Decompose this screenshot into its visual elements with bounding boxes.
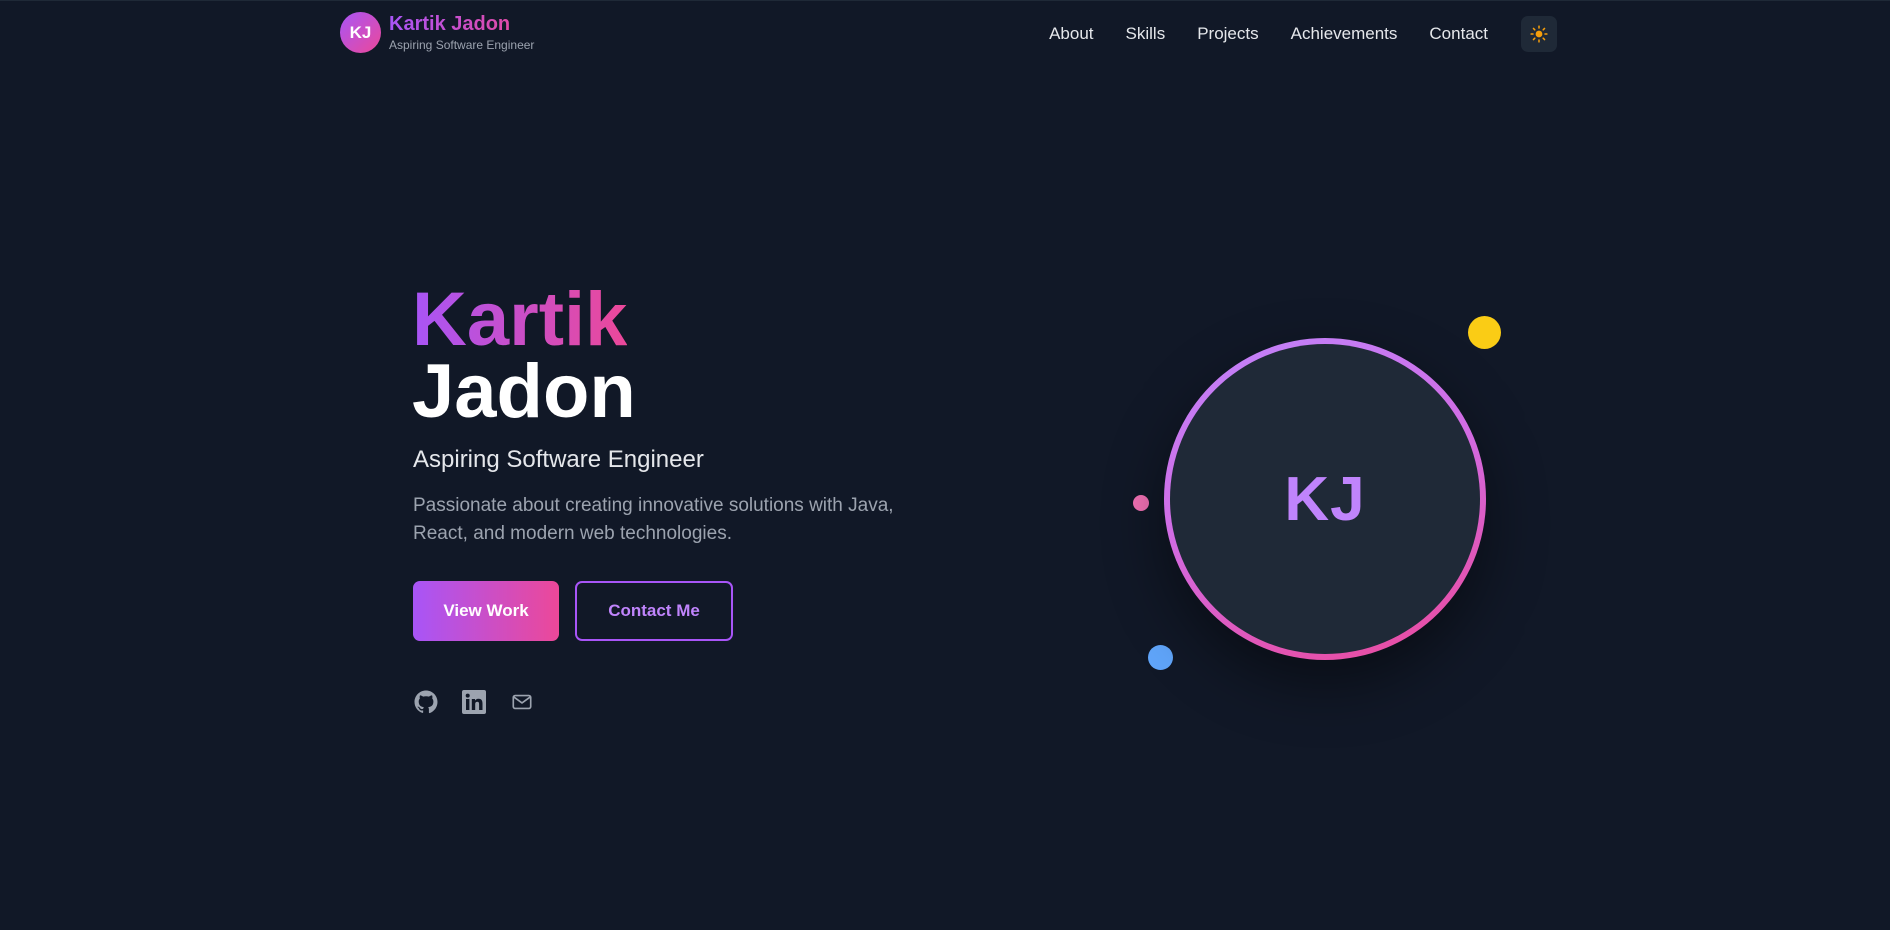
nav-link-contact[interactable]: Contact [1429, 24, 1488, 44]
decorative-dot-blue [1148, 645, 1173, 670]
theme-toggle-button[interactable] [1521, 16, 1557, 52]
github-icon [414, 690, 438, 714]
linkedin-icon [462, 690, 486, 714]
nav-link-about[interactable]: About [1049, 24, 1093, 44]
linkedin-link[interactable] [461, 689, 487, 715]
hero-description: Passionate about creating innovative sol… [413, 495, 894, 544]
view-work-button[interactable]: View Work [413, 581, 559, 641]
profile-avatar: KJ [1164, 338, 1486, 660]
brand-tagline: Aspiring Software Engineer [389, 38, 535, 52]
decorative-dot-pink [1133, 495, 1149, 511]
sun-icon [1530, 25, 1548, 43]
hero-role: Aspiring Software Engineer [413, 446, 704, 473]
contact-me-button[interactable]: Contact Me [575, 581, 733, 641]
brand-text: Kartik Jadon Aspiring Software Engineer [389, 13, 534, 52]
hero-first-name: Kartik [412, 277, 628, 362]
brand-avatar: KJ [340, 12, 381, 53]
brand-logo-link[interactable]: KJ Kartik Jadon Aspiring Software Engine… [340, 12, 534, 53]
email-link[interactable] [509, 689, 535, 715]
nav-link-skills[interactable]: Skills [1126, 24, 1166, 44]
profile-avatar-inner: KJ [1170, 344, 1480, 654]
decorative-dot-yellow [1468, 316, 1501, 349]
main-nav: About Skills Projects Achievements Conta… [1049, 1, 1557, 67]
brand-name: Kartik Jadon [389, 13, 534, 35]
nav-link-projects[interactable]: Projects [1197, 24, 1258, 44]
profile-avatar-initials: KJ [1284, 464, 1366, 534]
social-links [413, 689, 557, 715]
mail-icon [512, 694, 532, 710]
hero-last-name: Jadon [412, 349, 636, 434]
nav-link-achievements[interactable]: Achievements [1291, 24, 1398, 44]
site-header: KJ Kartik Jadon Aspiring Software Engine… [0, 0, 1890, 66]
github-link[interactable] [413, 689, 439, 715]
